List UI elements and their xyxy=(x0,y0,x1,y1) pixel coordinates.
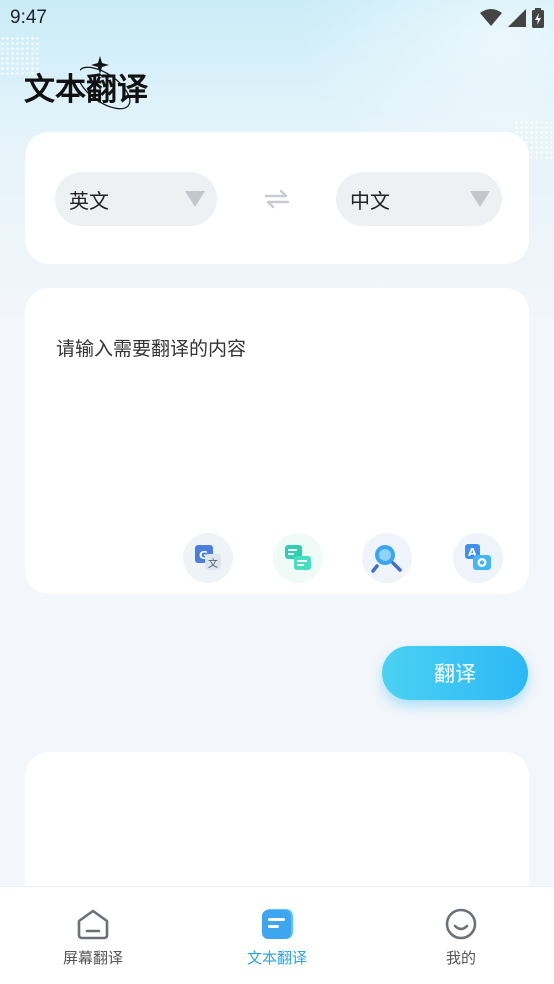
tab-label: 我的 xyxy=(445,949,476,967)
status-time: 9:47 xyxy=(10,7,47,28)
chevron-down-icon xyxy=(470,191,490,207)
bottom-tab-bar: 屏幕翻译 文本翻译 我的 xyxy=(0,886,554,984)
source-language-label: 英文 xyxy=(69,188,109,213)
text-input-card[interactable]: 请输入需要翻译的内容 G 文 A xyxy=(25,288,529,594)
tab-text-translate[interactable]: 文本翻译 xyxy=(217,907,337,968)
source-language-dropdown[interactable]: 英文 xyxy=(55,172,217,226)
svg-text:文: 文 xyxy=(208,557,218,570)
cell-signal-icon xyxy=(508,9,526,27)
target-language-dropdown[interactable]: 中文 xyxy=(336,172,502,226)
camera-translate-icon[interactable]: A xyxy=(453,533,503,583)
home-icon xyxy=(77,909,109,940)
smile-icon xyxy=(445,908,477,940)
document-icon xyxy=(262,909,293,939)
battery-icon xyxy=(532,8,544,28)
status-bar: 9:47 xyxy=(0,0,554,36)
translate-button[interactable]: 翻译 xyxy=(382,646,528,700)
search-lookup-icon[interactable] xyxy=(362,533,412,583)
swap-languages-icon[interactable] xyxy=(264,188,290,210)
tab-label: 文本翻译 xyxy=(246,949,307,967)
text-input-placeholder[interactable]: 请输入需要翻译的内容 xyxy=(56,334,246,361)
target-language-label: 中文 xyxy=(350,188,390,213)
wifi-icon xyxy=(480,9,502,26)
status-icons xyxy=(480,8,544,28)
google-translate-icon[interactable]: G 文 xyxy=(183,533,233,583)
chevron-down-icon xyxy=(185,191,205,207)
tab-profile[interactable]: 我的 xyxy=(401,907,521,968)
tab-screen-translate[interactable]: 屏幕翻译 xyxy=(33,907,153,968)
tab-label: 屏幕翻译 xyxy=(62,949,123,967)
sparkle-orbit-icon xyxy=(80,56,131,110)
chat-translate-icon[interactable] xyxy=(273,533,323,583)
language-selector-card: 英文 中文 xyxy=(25,132,529,264)
